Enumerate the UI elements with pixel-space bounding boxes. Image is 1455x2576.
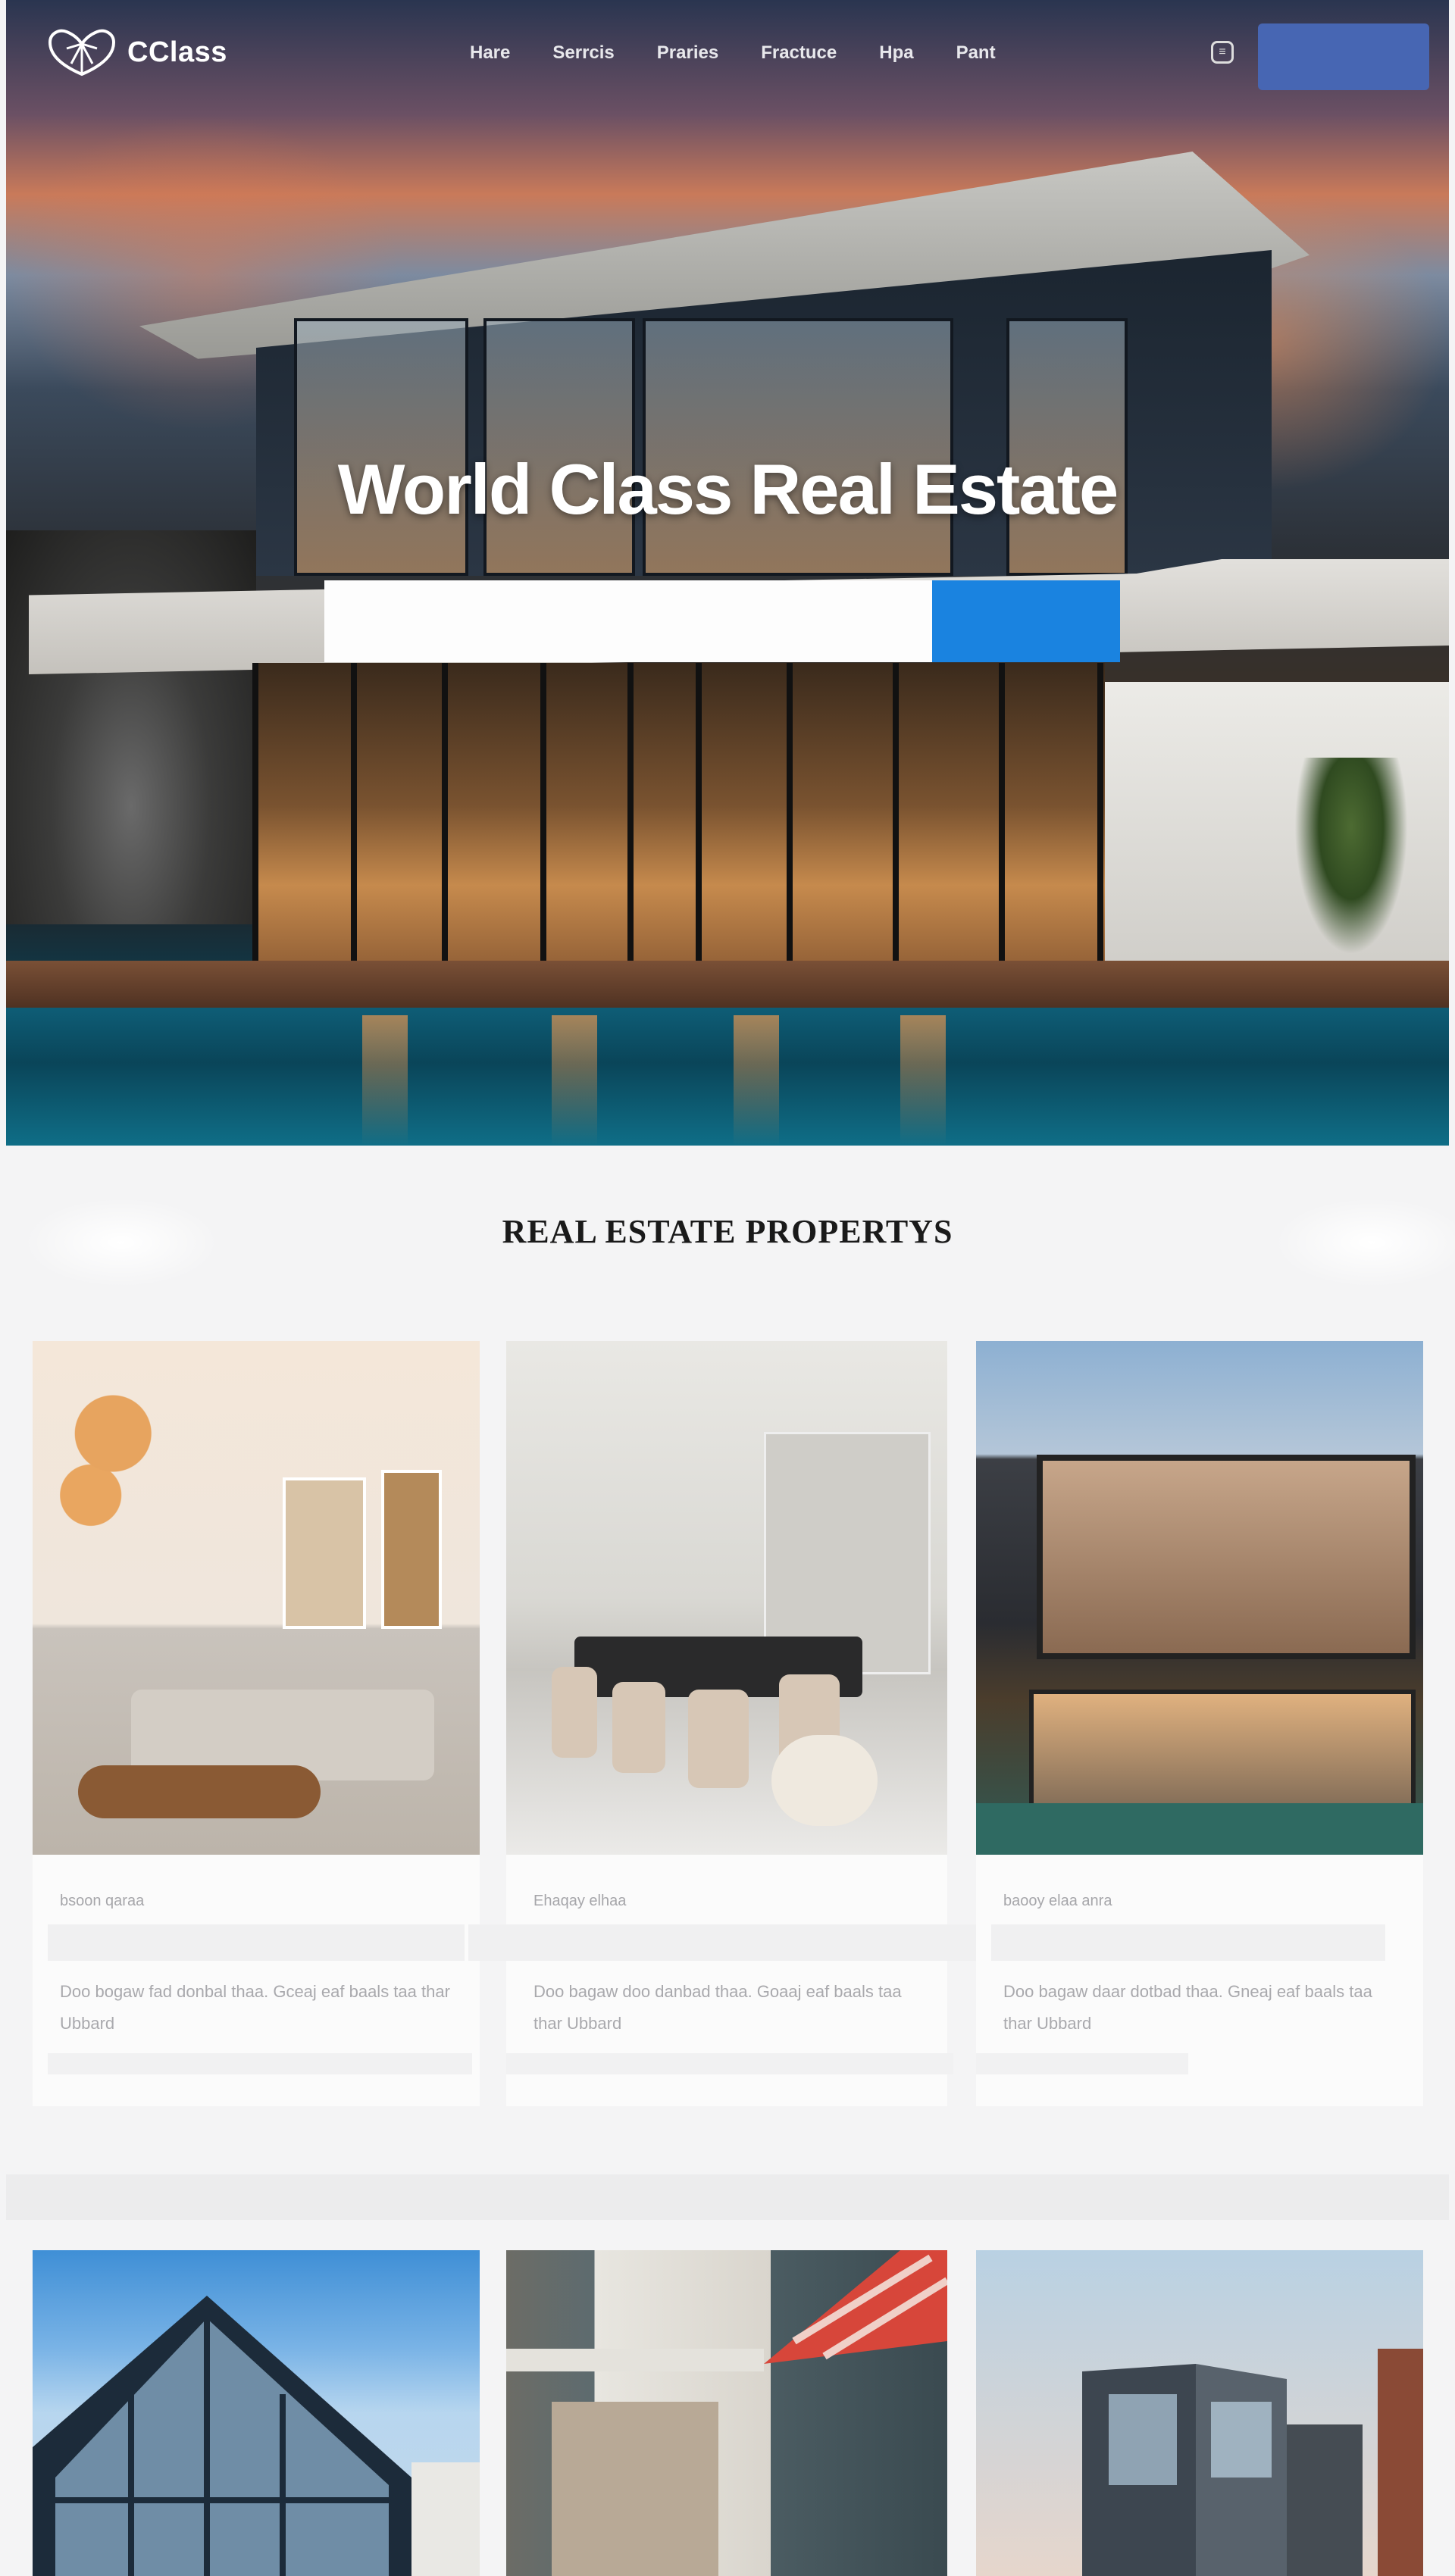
nav-link-6[interactable]: Pant	[956, 42, 996, 64]
upper-window	[483, 318, 635, 576]
property-image[interactable]	[976, 2250, 1423, 2576]
window-frame	[442, 663, 448, 981]
card-footer-line	[506, 2053, 953, 2074]
upper-window	[643, 318, 953, 576]
tree	[1294, 758, 1408, 955]
pool-reflection	[734, 1015, 779, 1146]
property-card[interactable]	[33, 2250, 480, 2576]
property-card[interactable]: Ehaqay elhaa Doo bagaw doo danbad thaa. …	[468, 1341, 1400, 2106]
card-footer-line	[976, 2053, 1188, 2074]
window-frame	[627, 663, 634, 981]
house-lower-floor	[252, 663, 1105, 981]
search-input[interactable]	[324, 580, 932, 662]
upper-window	[294, 318, 468, 576]
property-card[interactable]: bsoon qaraa Doo bogaw fad donbal thaa. G…	[33, 1341, 480, 2106]
property-card[interactable]	[976, 2250, 1423, 2576]
window-frame	[999, 663, 1005, 981]
card-bar	[991, 1924, 1385, 1961]
logo-text: CClass	[127, 36, 227, 68]
hillside	[6, 530, 256, 924]
chair	[612, 1682, 665, 1773]
wall-art	[283, 1477, 366, 1629]
logo[interactable]: CClass	[44, 26, 227, 79]
coffee-table	[78, 1765, 321, 1818]
section-title: REAL ESTATE PROPERTYS	[502, 1213, 953, 1250]
umbrella	[506, 2250, 947, 2576]
card-description: Doo bagaw daar dotbad thaa. Gneaj eaf ba…	[1003, 1982, 1372, 2033]
decor-vase	[771, 1735, 878, 1826]
nav-cta-button[interactable]	[1258, 23, 1429, 90]
wood-deck	[6, 961, 1449, 1014]
property-image[interactable]	[506, 2250, 947, 2576]
card-meta: baooy elaa anra	[1003, 1893, 1112, 1909]
top-nav: CClass Hare Serrcis Praries Fractuce Hpa…	[6, 0, 1449, 114]
card-description: Doo bagaw doo danbad thaa. Goaaj eaf baa…	[534, 1982, 902, 2033]
property-image[interactable]	[506, 1341, 947, 1855]
card-bar	[48, 1924, 465, 1961]
modern-house	[976, 2250, 1423, 2576]
hero-search	[324, 580, 1120, 662]
card-meta: bsoon qaraa	[60, 1893, 145, 1909]
chair	[552, 1667, 597, 1758]
card-description: Doo bogaw fad donbal thaa. Gceaj eaf baa…	[60, 1982, 450, 2033]
window-frame	[696, 663, 702, 981]
property-image[interactable]	[33, 1341, 480, 1855]
pool	[6, 1008, 1449, 1146]
search-button[interactable]	[932, 580, 1120, 662]
property-image[interactable]	[33, 2250, 480, 2576]
nav-link-4[interactable]: Fractuce	[761, 42, 837, 64]
nav-link-2[interactable]: Serrcis	[552, 42, 614, 64]
pool-reflection	[362, 1015, 408, 1146]
nav-links: Hare Serrcis Praries Fractuce Hpa Pant	[470, 42, 1038, 64]
a-frame-house	[33, 2296, 480, 2576]
window-frame	[893, 663, 899, 981]
hero-title: World Class Real Estate	[337, 449, 1119, 529]
card-footer-line	[48, 2053, 472, 2074]
globe-logo-icon	[48, 29, 116, 77]
pool-reflection	[900, 1015, 946, 1146]
property-card[interactable]	[506, 2250, 947, 2576]
property-image[interactable]	[976, 1341, 1423, 1855]
window-frame	[1097, 663, 1103, 981]
property-card[interactable]: baooy elaa anra Doo bagaw daar dotbad th…	[976, 1341, 1423, 2106]
upper-window	[1006, 318, 1128, 576]
card-meta: Ehaqay elhaa	[534, 1893, 627, 1909]
window-frame	[787, 663, 793, 981]
nav-link-5[interactable]: Hpa	[879, 42, 913, 64]
house-window	[1037, 1455, 1416, 1659]
chair	[688, 1690, 749, 1788]
garden	[976, 1803, 1423, 1855]
hero-section	[6, 0, 1449, 1146]
window-frame	[252, 663, 258, 981]
wall-art	[381, 1470, 442, 1629]
nav-link-3[interactable]: Praries	[657, 42, 718, 64]
nav-link-1[interactable]: Hare	[470, 42, 510, 64]
section-divider	[6, 2174, 1449, 2220]
window-frame	[540, 663, 546, 981]
pool-reflection	[552, 1015, 597, 1146]
window-frame	[351, 663, 357, 981]
chat-icon[interactable]: ≡	[1211, 41, 1234, 64]
